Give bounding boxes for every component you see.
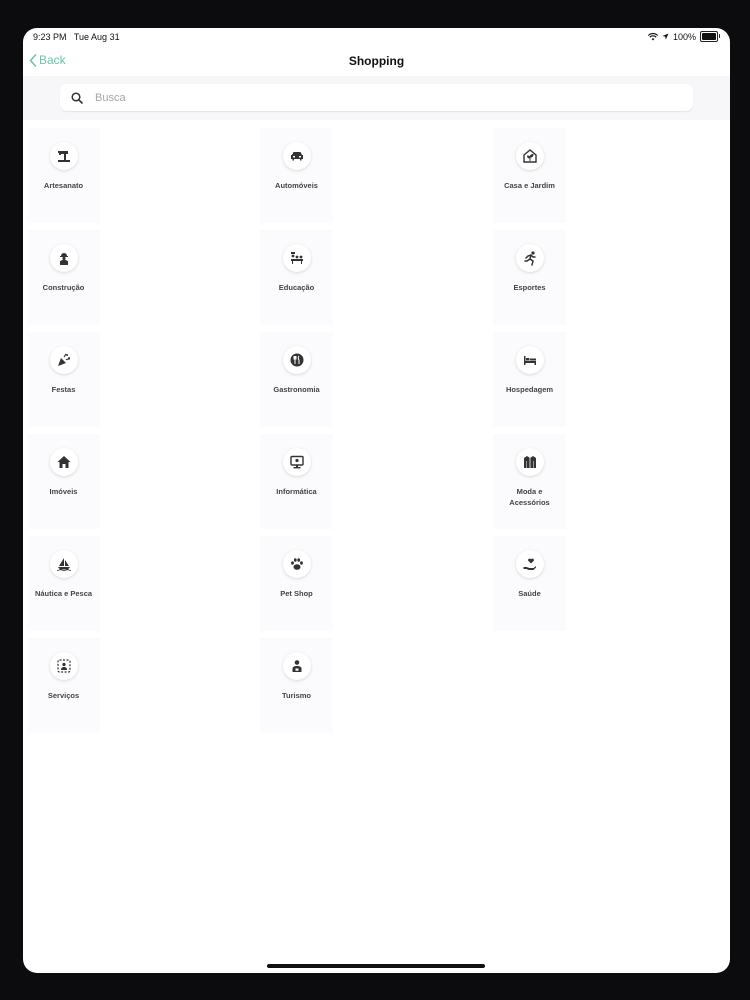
status-left: 9:23 PM Tue Aug 31 [33, 32, 125, 42]
sewing-machine-icon [49, 142, 78, 170]
category-moda-e-acessorios[interactable]: Moda e Acessórios [493, 434, 566, 529]
computer-icon [282, 448, 311, 476]
category-label: Educação [278, 283, 315, 292]
heart-hand-icon [515, 550, 544, 578]
search-bar[interactable] [60, 84, 693, 111]
category-nautica-e-pesca[interactable]: Náutica e Pesca [27, 536, 100, 631]
category-label: Pet Shop [280, 589, 313, 598]
category-label: Automóveis [275, 181, 318, 190]
status-date: Tue Aug 31 [73, 32, 120, 42]
category-turismo[interactable]: Turismo [260, 638, 333, 733]
category-servicos[interactable]: Serviços [27, 638, 100, 733]
search-area [23, 76, 730, 120]
status-right: 100% [647, 31, 720, 42]
category-informatica[interactable]: Informática [260, 434, 333, 529]
runner-icon [515, 244, 544, 272]
status-bar: 9:23 PM Tue Aug 31 100% [23, 28, 730, 46]
category-festas[interactable]: Festas [27, 332, 100, 427]
services-icon [49, 652, 78, 680]
category-label: Saúde [518, 589, 541, 598]
category-label: Esportes [513, 283, 546, 292]
category-imoveis[interactable]: Imóveis [27, 434, 100, 529]
page-title: Shopping [348, 54, 405, 68]
category-artesanato[interactable]: Artesanato [27, 128, 100, 223]
cutlery-icon [282, 346, 311, 374]
traveler-icon [282, 652, 311, 680]
category-educacao[interactable]: Educação [260, 230, 333, 325]
category-saude[interactable]: Saúde [493, 536, 566, 631]
search-input[interactable] [93, 90, 657, 105]
category-label: Serviços [47, 691, 80, 700]
category-label: Hospedagem [505, 385, 554, 394]
location-arrow-icon [662, 33, 669, 40]
category-construcao[interactable]: Construção [27, 230, 100, 325]
status-time: 9:23 PM [33, 32, 67, 42]
search-icon [71, 91, 83, 104]
category-label: Construção [42, 283, 85, 292]
navigation-bar: Back Shopping [23, 46, 730, 76]
party-popper-icon [49, 346, 78, 374]
home-indicator[interactable] [267, 964, 485, 968]
category-esportes[interactable]: Esportes [493, 230, 566, 325]
house-plant-icon [515, 142, 544, 170]
construction-worker-icon [49, 244, 78, 272]
category-label: Informática [276, 487, 317, 496]
category-label: Casa e Jardim [504, 181, 555, 190]
category-pet-shop[interactable]: Pet Shop [260, 536, 333, 631]
sailboat-icon [49, 550, 78, 578]
category-label: Artesanato [43, 181, 84, 190]
paw-icon [282, 550, 311, 578]
category-hospedagem[interactable]: Hospedagem [493, 332, 566, 427]
category-label: Moda e Acessórios [509, 487, 550, 507]
category-label: Gastronomia [273, 385, 320, 394]
battery-percent: 100% [672, 31, 696, 42]
bed-icon [515, 346, 544, 374]
device-screen: 9:23 PM Tue Aug 31 100% Back Shopping Bu… [23, 28, 730, 973]
category-gastronomia[interactable]: Gastronomia [260, 332, 333, 427]
category-automoveis[interactable]: Automóveis [260, 128, 333, 223]
category-label: Imóveis [49, 487, 78, 496]
students-icon [282, 244, 311, 272]
category-casa-e-jardim[interactable]: Casa e Jardim [493, 128, 566, 223]
home-icon [49, 448, 78, 476]
battery-icon [700, 31, 720, 42]
category-label: Turismo [281, 691, 312, 700]
wifi-icon [647, 32, 658, 40]
jacket-icon [515, 448, 544, 476]
category-label: Festas [51, 385, 76, 394]
category-label: Náutica e Pesca [34, 589, 93, 598]
car-icon [282, 142, 311, 170]
